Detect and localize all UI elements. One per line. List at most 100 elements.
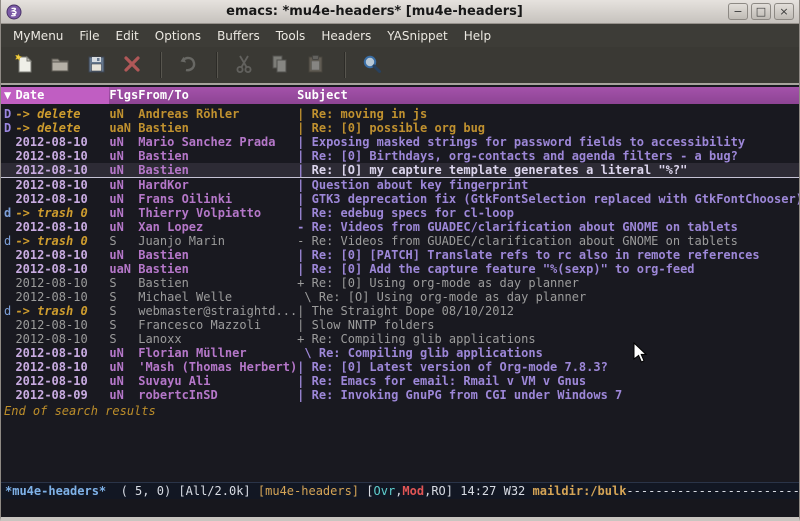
message-row[interactable]: 2012-08-10 S Francesco Mazzoli | Slow NN… [1, 318, 799, 332]
message-row[interactable]: d -> trash 0 S webmaster@straightd... | … [1, 304, 799, 318]
thread-prefix: | [297, 121, 311, 135]
menu-item-headers[interactable]: Headers [313, 26, 379, 46]
message-row[interactable]: 2012-08-10 uN Mario Sanchez Prada | Expo… [1, 135, 799, 149]
message-row[interactable]: 2012-08-10 uN Suvayu Ali | Re: Emacs for… [1, 374, 799, 388]
mark-char [1, 163, 15, 177]
message-date: 2012-08-10 [15, 332, 109, 346]
thread-prefix: | [297, 374, 311, 388]
minimize-button[interactable]: − [728, 3, 748, 20]
message-date: 2012-08-10 [15, 135, 109, 149]
message-subject: Re: moving in js [312, 107, 799, 121]
mark-char: d [1, 206, 15, 220]
message-from: webmaster@straightd... [138, 304, 297, 318]
column-header-subject[interactable]: Subject [297, 87, 799, 104]
mark-char: D [1, 107, 15, 121]
menu-item-yasnippet[interactable]: YASnippet [379, 26, 456, 46]
thread-prefix: | [297, 360, 311, 374]
message-from: robertcInSD [138, 388, 297, 402]
message-row[interactable]: 2012-08-10 S Bastien + Re: [0] Using org… [1, 276, 799, 290]
message-from: Francesco Mazzoli [138, 318, 297, 332]
mark-char [1, 346, 15, 360]
close-buffer-button[interactable] [115, 50, 149, 80]
column-header-from[interactable]: From/To [138, 87, 297, 104]
modeline-plain: [ [359, 484, 373, 498]
menu-item-buffers[interactable]: Buffers [209, 26, 268, 46]
column-header-date[interactable]: Date [15, 87, 109, 104]
message-date: 2012-08-10 [15, 192, 109, 206]
mark-char [1, 374, 15, 388]
menu-item-file[interactable]: File [71, 26, 107, 46]
undo-button[interactable] [171, 50, 205, 80]
message-row[interactable]: 2012-08-10 S Lanoxx + Re: Compiling glib… [1, 332, 799, 346]
message-from: Lanoxx [138, 332, 297, 346]
message-row[interactable]: 2012-08-10 uN Bastien | Re: [O] my captu… [1, 163, 799, 178]
message-row[interactable]: 2012-08-10 uN Florian Müllner \ Re: Comp… [1, 346, 799, 360]
mode-line: *mu4e-headers* ( 5, 0) [All/2.0k] [mu4e-… [1, 482, 799, 499]
message-row[interactable]: 2012-08-09 uN robertcInSD | Re: Invoking… [1, 388, 799, 402]
message-from: 'Mash (Thomas Herbert) [138, 360, 297, 374]
message-date: 2012-08-10 [15, 163, 109, 177]
message-row[interactable]: 2012-08-10 uN Bastien | Re: [0] Birthday… [1, 149, 799, 163]
close-button[interactable]: × [774, 3, 794, 20]
modeline-plain: -------------------------------------- [626, 484, 799, 498]
message-flags: uN [109, 178, 138, 192]
modeline-folder: maildir:/bulk [533, 484, 627, 498]
open-file-icon [49, 53, 71, 78]
save-button[interactable] [79, 50, 113, 80]
new-file-icon [13, 53, 35, 78]
search-button[interactable] [355, 50, 389, 80]
message-row[interactable]: 2012-08-10 uaN Bastien | Re: [0] Add the… [1, 262, 799, 276]
toolbar-separator [344, 52, 346, 78]
message-from: Suvayu Ali [138, 374, 297, 388]
menu-item-edit[interactable]: Edit [108, 26, 147, 46]
menu-item-help[interactable]: Help [456, 26, 499, 46]
message-subject: Re: Compiling glib applications [312, 332, 799, 346]
modeline-plain: ( 5, 0) [106, 484, 178, 498]
message-subject: Exposing masked strings for password fie… [312, 135, 799, 149]
message-from: Mario Sanchez Prada [138, 135, 297, 149]
cut-button[interactable] [227, 50, 261, 80]
message-from: Bastien [138, 262, 297, 276]
message-row[interactable]: d -> trash 0 uN Thierry Volpiatto | Re: … [1, 206, 799, 220]
message-row[interactable]: 2012-08-10 uN Xan Lopez - Re: Videos fro… [1, 220, 799, 234]
message-subject: Re: [0] [PATCH] Translate refs to rc als… [312, 248, 799, 262]
thread-prefix: | [297, 163, 311, 177]
copy-button[interactable] [263, 50, 297, 80]
maximize-button[interactable]: □ [751, 3, 771, 20]
thread-prefix: | [297, 248, 311, 262]
message-date: 2012-08-10 [15, 178, 109, 192]
mouse-cursor-icon [633, 342, 648, 367]
column-header-flags[interactable]: Flgs [109, 87, 138, 104]
menu-item-options[interactable]: Options [147, 26, 209, 46]
menu-item-tools[interactable]: Tools [268, 26, 314, 46]
message-row[interactable]: d -> trash 0 S Juanjo Marin - Re: Videos… [1, 234, 799, 248]
message-flags: uaN [109, 262, 138, 276]
message-row[interactable]: D -> delete uaN Bastien | Re: [0] possib… [1, 121, 799, 135]
message-flags: uN [109, 388, 138, 402]
message-subject: Re: Compiling glib applications [319, 346, 799, 360]
paste-button[interactable] [299, 50, 333, 80]
new-file-button[interactable] [7, 50, 41, 80]
message-row[interactable]: 2012-08-10 uN Frans Oilinki | GTK3 depre… [1, 192, 799, 206]
message-subject: Re: [0] Latest version of Org-mode 7.8.3… [312, 360, 799, 374]
titlebar[interactable]: emacs: *mu4e-headers* [mu4e-headers] − □… [1, 0, 799, 24]
message-date: 2012-08-10 [15, 360, 109, 374]
sort-direction-icon: ▼ [1, 87, 15, 104]
message-date: 2012-08-10 [15, 346, 109, 360]
mark-char [1, 149, 15, 163]
message-row[interactable]: 2012-08-10 S Michael Welle \ Re: [O] Usi… [1, 290, 799, 304]
mark-char [1, 262, 15, 276]
thread-prefix: | [297, 262, 311, 276]
message-flags: uaN [109, 121, 138, 135]
message-row[interactable]: 2012-08-10 uN HardKor | Question about k… [1, 178, 799, 192]
menu-item-mymenu[interactable]: MyMenu [5, 26, 71, 46]
message-subject: Re: [0] Birthdays, org-contacts and agen… [312, 149, 799, 163]
modeline-plain: ,RO] [424, 484, 453, 498]
open-file-button[interactable] [43, 50, 77, 80]
message-row[interactable]: 2012-08-10 uN Bastien | Re: [0] [PATCH] … [1, 248, 799, 262]
mark-char [1, 318, 15, 332]
message-row[interactable]: D -> delete uN Andreas Röhler | Re: movi… [1, 107, 799, 121]
message-date: 2012-08-09 [15, 388, 109, 402]
message-row[interactable]: 2012-08-10 uN 'Mash (Thomas Herbert) | R… [1, 360, 799, 374]
echo-area[interactable] [1, 499, 799, 517]
